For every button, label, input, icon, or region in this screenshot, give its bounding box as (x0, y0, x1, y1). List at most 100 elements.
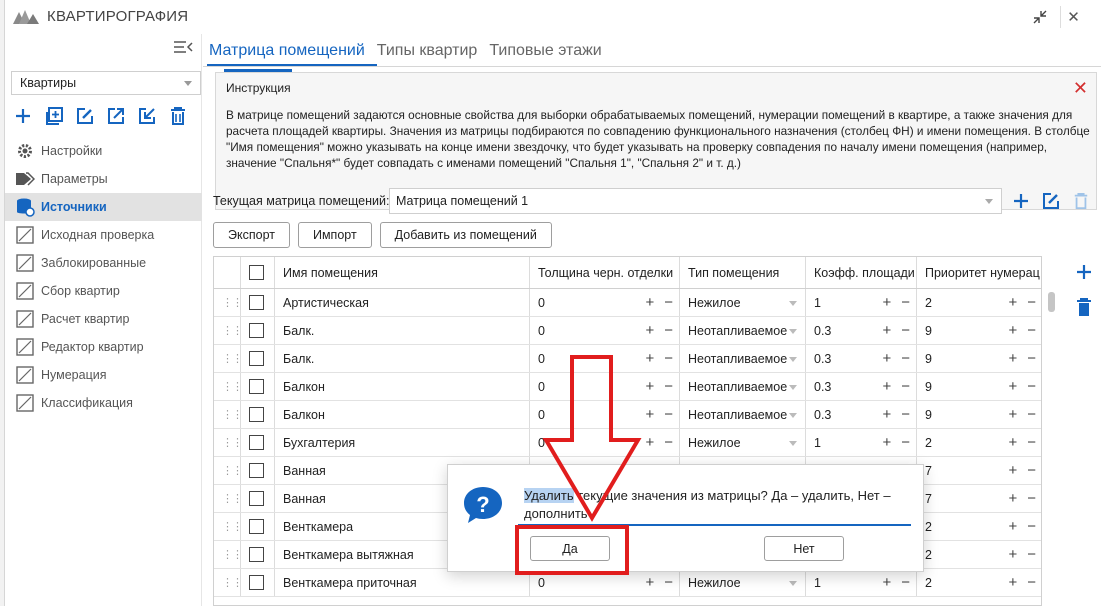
cell-room-type[interactable]: Неотапливаемое (680, 373, 806, 400)
plus-icon[interactable]: + (645, 294, 654, 311)
row-checkbox[interactable] (249, 407, 264, 422)
plus-icon[interactable]: + (645, 350, 654, 367)
table-row[interactable]: ⋮⋮ Балк. 0 + − Неотапливаемое 0.3 + −9 + − (214, 317, 1041, 345)
header-finish-thickness[interactable]: Толщина черн. отделки (530, 257, 680, 288)
cell-finish-thickness[interactable]: 0 + − (530, 373, 680, 400)
plus-icon[interactable]: + (1008, 490, 1017, 507)
minus-icon[interactable]: − (1027, 574, 1036, 591)
plus-icon[interactable]: + (882, 574, 891, 591)
no-button[interactable]: Нет (764, 536, 844, 561)
row-checkbox[interactable] (249, 351, 264, 366)
row-checkbox[interactable] (249, 491, 264, 506)
cell-numbering-priority[interactable]: 2 + − (917, 289, 1041, 316)
plus-icon[interactable]: + (1008, 322, 1017, 339)
cell-room-name[interactable]: Балкон (275, 401, 530, 428)
plus-icon[interactable]: + (645, 574, 654, 591)
add-icon[interactable] (11, 104, 34, 127)
minus-icon[interactable]: − (1027, 434, 1036, 451)
cell-numbering-priority[interactable]: 7 + − (917, 485, 1041, 512)
minus-icon[interactable]: − (1027, 518, 1036, 535)
delete-row-icon[interactable] (1072, 295, 1095, 318)
cell-room-name[interactable]: Венткамера приточная (275, 569, 530, 596)
cell-room-name[interactable]: Балк. (275, 345, 530, 372)
sidebar-item-9[interactable]: Нумерация (5, 361, 202, 389)
cell-room-name[interactable]: Артистическая (275, 289, 530, 316)
cell-numbering-priority[interactable]: 2 + − (917, 513, 1041, 540)
table-row[interactable]: ⋮⋮ Артистическая 0 + − Нежилое 1 + −2 + − (214, 289, 1041, 317)
add-row-icon[interactable] (1072, 260, 1095, 283)
cell-room-type[interactable]: Нежилое (680, 569, 806, 596)
import-icon[interactable] (135, 104, 158, 127)
drag-handle-icon[interactable]: ⋮⋮ (214, 317, 241, 344)
sidebar-item-1[interactable]: Настройки (5, 137, 202, 165)
yes-button[interactable]: Да (530, 536, 610, 561)
sidebar-item-6[interactable]: Сбор квартир (5, 277, 202, 305)
minus-icon[interactable]: − (1027, 378, 1036, 395)
cell-finish-thickness[interactable]: 0 + − (530, 401, 680, 428)
plus-icon[interactable]: + (882, 294, 891, 311)
plus-icon[interactable]: + (645, 434, 654, 451)
row-checkbox[interactable] (249, 463, 264, 478)
drag-handle-icon[interactable]: ⋮⋮ (214, 485, 241, 512)
cell-area-coeff[interactable]: 0.3 + − (806, 317, 917, 344)
table-row[interactable]: ⋮⋮ Балк. 0 + − Неотапливаемое 0.3 + −9 + − (214, 345, 1041, 373)
sidebar-item-10[interactable]: Классификация (5, 389, 202, 417)
drag-handle-icon[interactable]: ⋮⋮ (214, 289, 241, 316)
cell-numbering-priority[interactable]: 9 + − (917, 373, 1041, 400)
drag-handle-icon[interactable]: ⋮⋮ (214, 429, 241, 456)
plus-icon[interactable]: + (645, 378, 654, 395)
close-window-icon[interactable]: ✕ (1060, 6, 1086, 28)
minus-icon[interactable]: − (901, 322, 910, 339)
row-checkbox[interactable] (249, 547, 264, 562)
minus-icon[interactable]: − (664, 406, 673, 423)
cell-area-coeff[interactable]: 1 + − (806, 429, 917, 456)
cell-room-name[interactable]: Балкон (275, 373, 530, 400)
cell-area-coeff[interactable]: 0.3 + − (806, 373, 917, 400)
cell-finish-thickness[interactable]: 0 + − (530, 569, 680, 596)
plus-icon[interactable]: + (1008, 294, 1017, 311)
plus-icon[interactable]: + (882, 322, 891, 339)
row-checkbox[interactable] (249, 519, 264, 534)
minus-icon[interactable]: − (901, 434, 910, 451)
table-row[interactable]: ⋮⋮ Балкон 0 + − Неотапливаемое 0.3 + −9 + − (214, 373, 1041, 401)
minus-icon[interactable]: − (901, 574, 910, 591)
cell-numbering-priority[interactable]: 2 + − (917, 569, 1041, 596)
sidebar-item-8[interactable]: Редактор квартир (5, 333, 202, 361)
table-row[interactable]: ⋮⋮ Бухгалтерия 0 + − Нежилое 1 + −2 + − (214, 429, 1041, 457)
minus-icon[interactable]: − (664, 434, 673, 451)
cell-numbering-priority[interactable]: 9 + − (917, 401, 1041, 428)
sidebar-item-4[interactable]: Исходная проверка (5, 221, 202, 249)
drag-handle-icon[interactable]: ⋮⋮ (214, 401, 241, 428)
plus-icon[interactable]: + (1008, 518, 1017, 535)
minus-icon[interactable]: − (664, 350, 673, 367)
minus-icon[interactable]: − (1027, 546, 1036, 563)
minus-icon[interactable]: − (901, 294, 910, 311)
export-button[interactable]: Экспорт (213, 222, 290, 248)
row-checkbox[interactable] (249, 295, 264, 310)
row-checkbox[interactable] (249, 379, 264, 394)
minus-icon[interactable]: − (664, 574, 673, 591)
minus-icon[interactable]: − (901, 406, 910, 423)
minus-icon[interactable]: − (664, 378, 673, 395)
select-all-checkbox[interactable] (249, 265, 264, 280)
export-icon[interactable] (104, 104, 127, 127)
plus-icon[interactable]: + (1008, 546, 1017, 563)
sidebar-item-5[interactable]: Заблокированные (5, 249, 202, 277)
cell-room-type[interactable]: Неотапливаемое (680, 345, 806, 372)
tab-typical-floors[interactable]: Типовые этажи (483, 38, 607, 66)
header-room-name[interactable]: Имя помещения (275, 257, 530, 288)
drag-handle-icon[interactable]: ⋮⋮ (214, 541, 241, 568)
add-from-rooms-button[interactable]: Добавить из помещений (379, 222, 552, 248)
minus-icon[interactable]: − (664, 294, 673, 311)
drag-handle-icon[interactable]: ⋮⋮ (214, 345, 241, 372)
close-icon[interactable]: ✕ (1073, 79, 1088, 97)
plus-icon[interactable]: + (1008, 378, 1017, 395)
cell-room-type[interactable]: Неотапливаемое (680, 401, 806, 428)
cell-room-name[interactable]: Балк. (275, 317, 530, 344)
cell-numbering-priority[interactable]: 2 + − (917, 541, 1041, 568)
cell-numbering-priority[interactable]: 2 + − (917, 429, 1041, 456)
plus-icon[interactable]: + (1008, 406, 1017, 423)
delete-matrix-icon[interactable] (1069, 189, 1092, 212)
drag-handle-icon[interactable]: ⋮⋮ (214, 513, 241, 540)
cell-finish-thickness[interactable]: 0 + − (530, 429, 680, 456)
